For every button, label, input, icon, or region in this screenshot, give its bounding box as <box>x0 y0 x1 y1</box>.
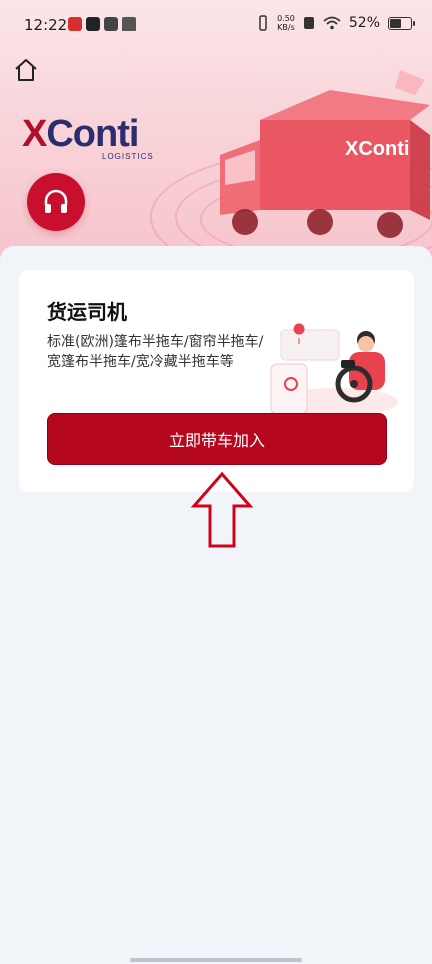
driver-illustration <box>270 323 398 416</box>
net-speed: 0.50 KB/s <box>277 14 295 32</box>
vibrate-icon <box>259 15 267 31</box>
screen: XConti 12:22 0.50 KB/s 52% XConti LOGIST… <box>0 0 432 964</box>
brand-logo: XConti LOGISTICS <box>22 113 153 161</box>
net-speed-value: 0.50 <box>277 14 295 23</box>
crown-icon <box>122 17 136 31</box>
driver-card: 货运司机 标准(欧洲)篷布半拖车/窗帘半拖车/ 宽篷布半拖车/宽冷藏半拖车等 立… <box>19 270 414 492</box>
truck-logo-text: XConti <box>345 138 409 160</box>
headphones-icon <box>44 189 68 213</box>
join-with-vehicle-button[interactable]: 立即带车加入 <box>47 413 387 465</box>
app-notification-icon <box>68 17 82 31</box>
card-title: 货运司机 <box>47 300 127 324</box>
logo-wordmark: Conti <box>46 113 139 155</box>
status-time: 12:22 <box>24 16 68 34</box>
status-bar: 12:22 0.50 KB/s 52% <box>0 0 432 52</box>
logo-x: X <box>22 113 47 155</box>
sim-icon <box>303 17 314 29</box>
home-indicator[interactable] <box>130 958 302 962</box>
battery-percent: 52% <box>348 15 380 31</box>
mail-icon <box>104 17 118 31</box>
wifi-icon <box>323 16 341 30</box>
logo-subtitle: LOGISTICS <box>102 152 154 161</box>
status-right: 0.50 KB/s 52% <box>257 14 415 32</box>
home-icon[interactable] <box>12 56 40 84</box>
customer-support-button[interactable] <box>27 173 85 231</box>
tiktok-icon <box>86 17 100 31</box>
arrow-up-icon <box>190 471 254 548</box>
battery-icon <box>388 16 415 30</box>
truck-illustration: XConti <box>220 70 430 238</box>
net-speed-unit: KB/s <box>277 23 295 32</box>
